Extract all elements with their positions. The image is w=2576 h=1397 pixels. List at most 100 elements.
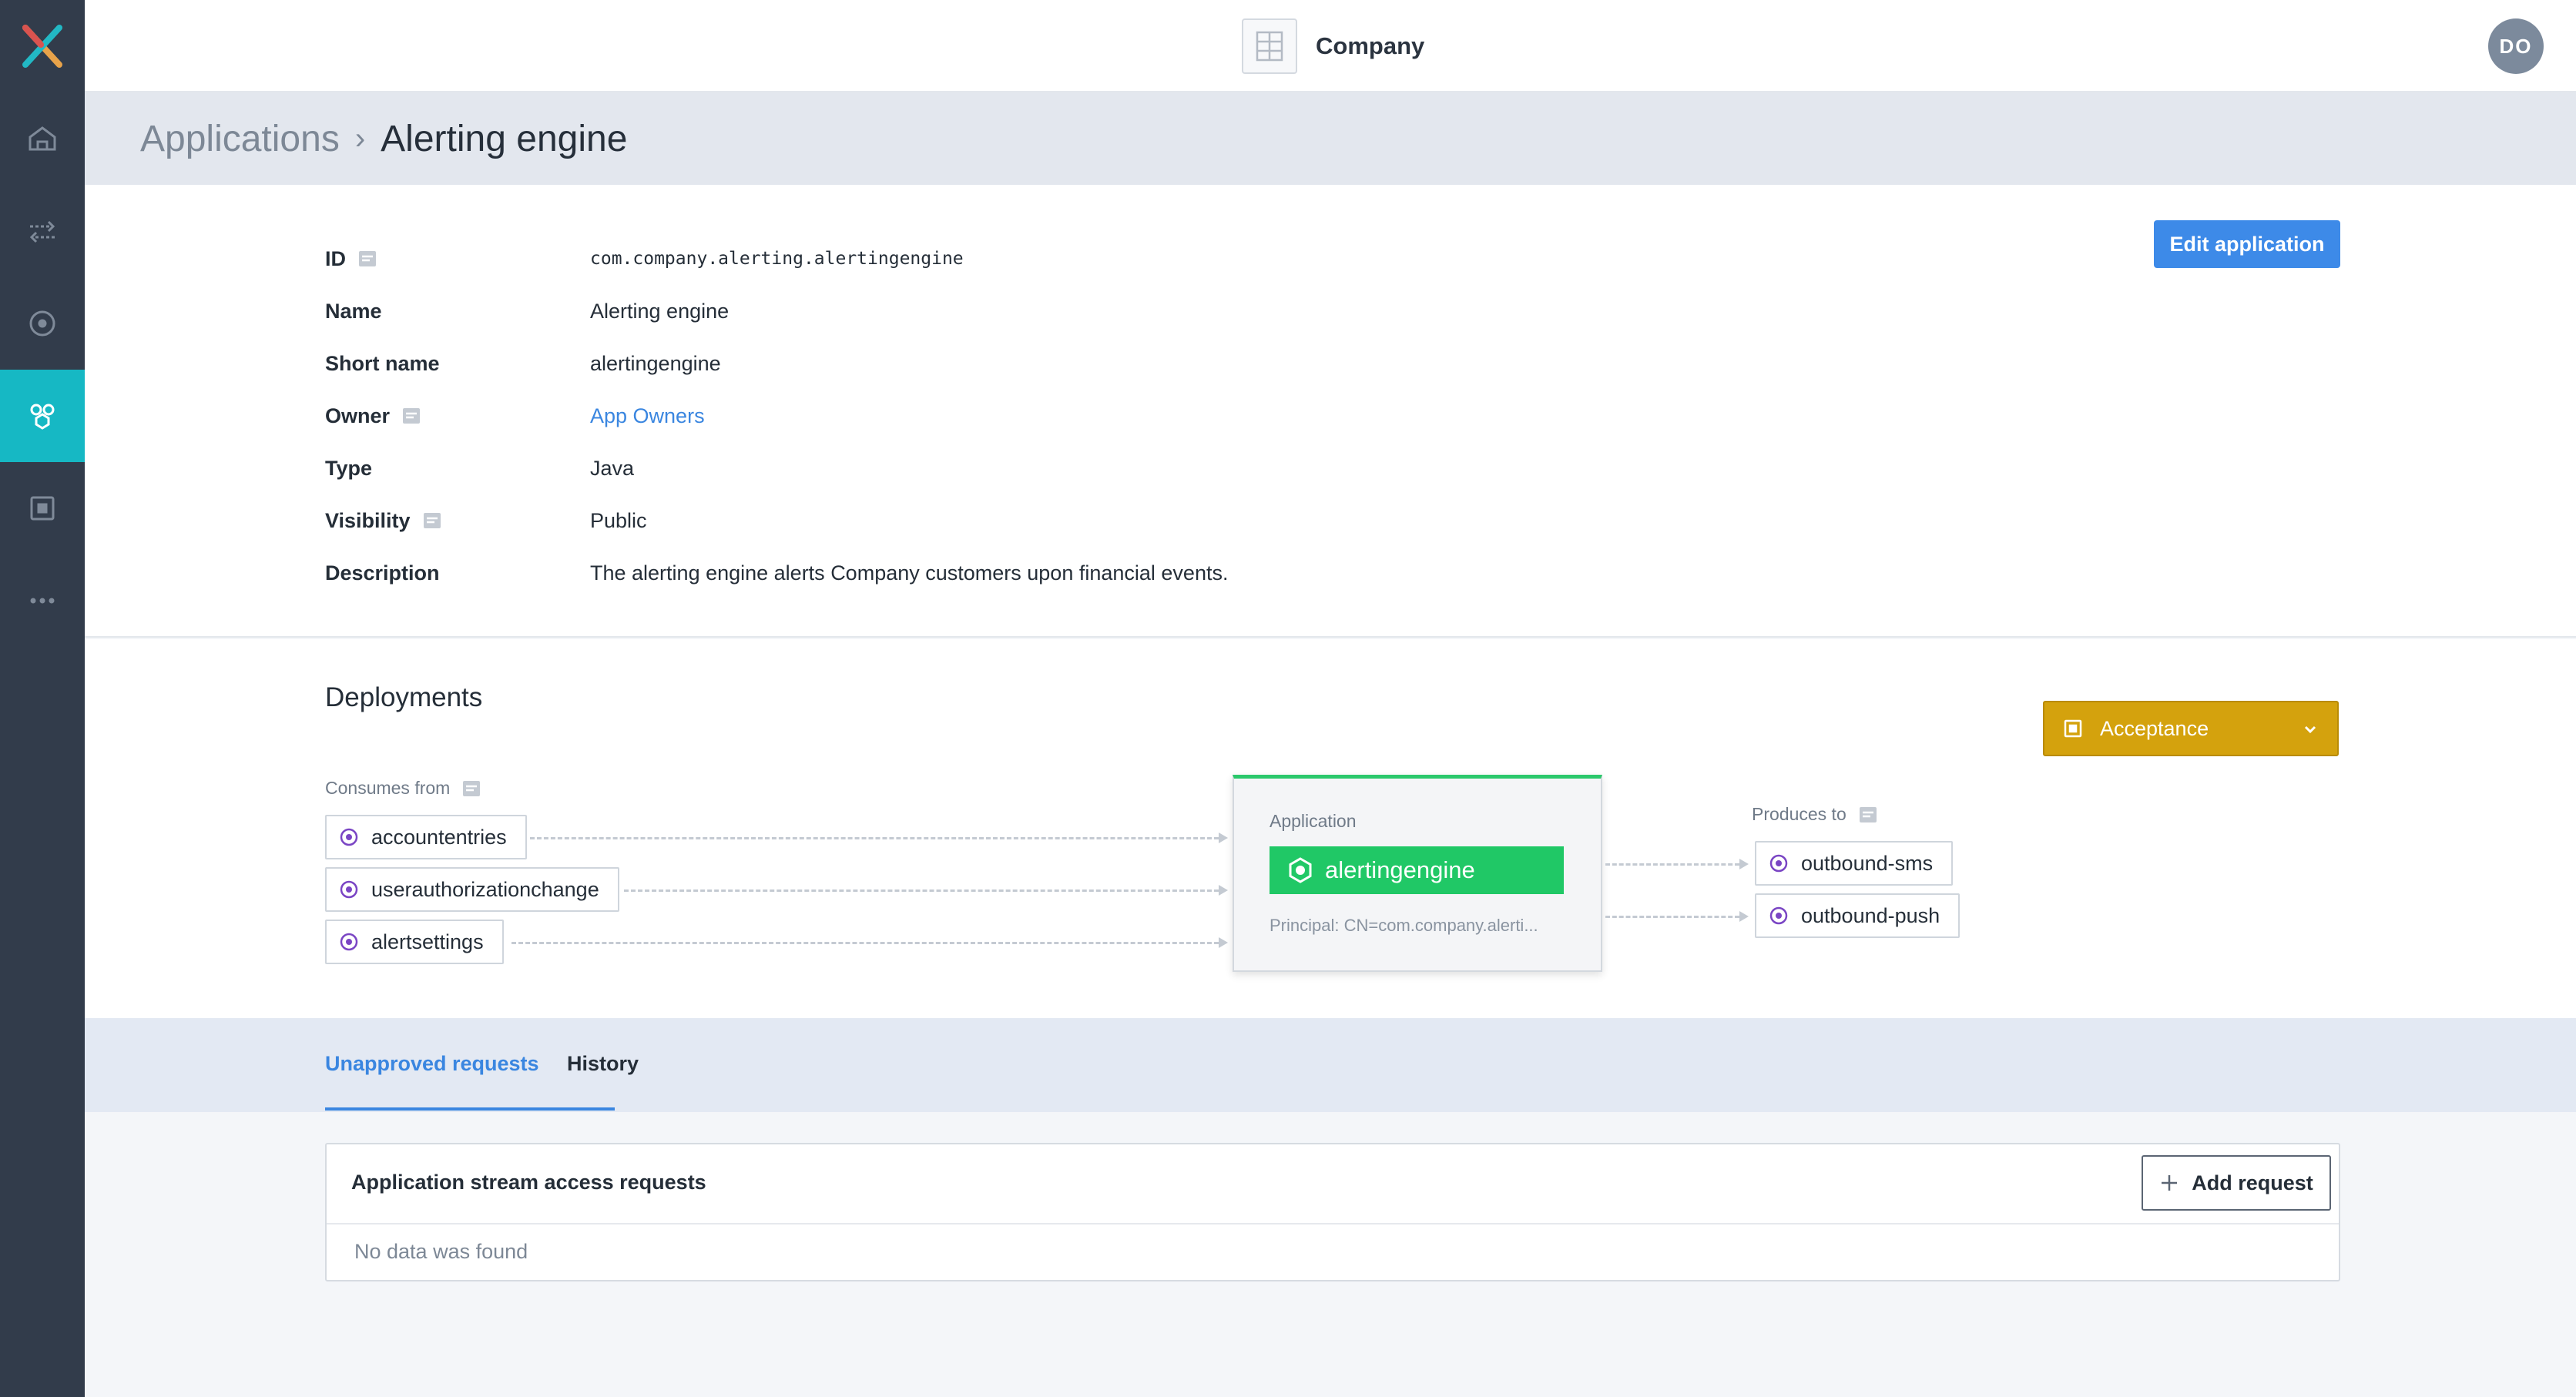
arrow-right-icon bbox=[1219, 937, 1228, 948]
environment-icon bbox=[2064, 719, 2082, 738]
produces-to-text: Produces to bbox=[1752, 804, 1846, 824]
info-icon[interactable] bbox=[402, 407, 421, 424]
chevron-down-icon bbox=[2304, 725, 2316, 734]
stream-outbound-push[interactable]: outbound-push bbox=[1755, 893, 1961, 938]
sidebar-item-applications[interactable] bbox=[0, 370, 85, 462]
info-icon[interactable] bbox=[462, 780, 481, 797]
connector-line bbox=[1605, 916, 1739, 918]
stream-name: userauthorizationchange bbox=[371, 877, 599, 901]
connector-line bbox=[512, 942, 1219, 944]
field-description-label: Description bbox=[325, 561, 440, 585]
add-request-button[interactable]: Add request bbox=[2142, 1155, 2331, 1211]
environment-label: Acceptance bbox=[2100, 716, 2209, 740]
deployments-title: Deployments bbox=[325, 682, 483, 712]
add-request-label: Add request bbox=[2192, 1171, 2313, 1194]
field-description-value: The alerting engine alerts Company custo… bbox=[590, 561, 1229, 585]
field-id-label: ID bbox=[325, 246, 346, 270]
sidebar bbox=[0, 0, 85, 1397]
field-type-label: Type bbox=[325, 456, 373, 480]
field-description: Description The alerting engine alerts C… bbox=[325, 558, 1228, 588]
consumes-from-text: Consumes from bbox=[325, 778, 451, 798]
field-type: Type Java bbox=[325, 453, 634, 484]
tab-history[interactable]: History bbox=[567, 1052, 639, 1076]
application-chip[interactable]: alertingengine bbox=[1270, 846, 1564, 894]
stream-icon bbox=[340, 933, 358, 951]
field-visibility-label: Visibility bbox=[325, 508, 411, 532]
sidebar-item-streams[interactable] bbox=[0, 277, 85, 370]
field-visibility-value: Public bbox=[590, 508, 647, 532]
page-title: Alerting engine bbox=[381, 118, 628, 159]
produces-to-label: Produces to bbox=[1752, 804, 1877, 825]
application-details: Edit application ID com.company.alerting… bbox=[85, 185, 2576, 638]
deployments-section: Deployments Acceptance Consumes from acc… bbox=[85, 639, 2576, 1018]
user-avatar[interactable]: DO bbox=[2488, 18, 2544, 74]
application-card[interactable]: Application alertingengine Principal: CN… bbox=[1233, 775, 1602, 972]
stream-alertsettings[interactable]: alertsettings bbox=[325, 920, 504, 964]
divider bbox=[327, 1223, 2339, 1224]
stream-accountentries[interactable]: accountentries bbox=[325, 815, 527, 859]
connector-line bbox=[1605, 863, 1739, 866]
stream-icon bbox=[1769, 906, 1788, 925]
stream-outbound-sms[interactable]: outbound-sms bbox=[1755, 841, 1954, 886]
logo[interactable] bbox=[0, 0, 85, 92]
stream-name: outbound-push bbox=[1801, 903, 1940, 927]
stream-name: outbound-sms bbox=[1801, 851, 1934, 875]
field-type-value: Java bbox=[590, 456, 635, 480]
stream-icon bbox=[340, 880, 358, 899]
arrow-right-icon bbox=[1739, 859, 1749, 869]
breadcrumb-applications-link[interactable]: Applications bbox=[140, 118, 340, 160]
field-id: ID com.company.alerting.alertingengine bbox=[325, 243, 964, 274]
plus-icon bbox=[2162, 1175, 2178, 1191]
field-short-name-value: alertingengine bbox=[590, 351, 721, 375]
stream-name: accountentries bbox=[371, 825, 507, 849]
environment-dropdown[interactable]: Acceptance bbox=[2043, 701, 2339, 756]
sidebar-item-more[interactable] bbox=[0, 554, 85, 647]
tabs-bar: Unapproved requests History bbox=[85, 1018, 2576, 1112]
requests-title: Application stream access requests bbox=[351, 1171, 706, 1194]
principal-text: Principal: CN=com.company.alerti... bbox=[1270, 916, 1538, 935]
application-hexagon-icon bbox=[1289, 857, 1312, 883]
connector-line bbox=[530, 837, 1219, 839]
connector-line bbox=[624, 889, 1219, 892]
sidebar-item-home[interactable] bbox=[0, 92, 85, 185]
building-icon bbox=[1242, 18, 1297, 74]
transfer-icon bbox=[29, 220, 55, 243]
logo-icon bbox=[22, 25, 62, 68]
field-id-value: com.company.alerting.alertingengine bbox=[590, 249, 964, 269]
application-caption: Application bbox=[1270, 811, 1357, 831]
application-chip-name: alertingengine bbox=[1325, 856, 1475, 883]
field-name-value: Alerting engine bbox=[590, 299, 730, 323]
stream-icon bbox=[29, 310, 55, 337]
edit-application-button[interactable]: Edit application bbox=[2154, 220, 2340, 268]
top-bar: Company DO bbox=[85, 0, 2576, 92]
field-short-name: Short name alertingengine bbox=[325, 348, 721, 379]
field-owner-label: Owner bbox=[325, 404, 391, 427]
breadcrumb: Applications › Alerting engine bbox=[85, 92, 2576, 185]
consumes-from-label: Consumes from bbox=[325, 778, 481, 799]
field-owner: Owner App Owners bbox=[325, 400, 705, 431]
info-icon[interactable] bbox=[358, 250, 377, 267]
stream-userauthorizationchange[interactable]: userauthorizationchange bbox=[325, 867, 619, 912]
arrow-right-icon bbox=[1219, 885, 1228, 896]
tab-unapproved-requests[interactable]: Unapproved requests bbox=[325, 1052, 539, 1076]
sidebar-item-environments[interactable] bbox=[0, 462, 85, 554]
more-icon bbox=[30, 598, 55, 604]
breadcrumb-separator: › bbox=[354, 121, 366, 156]
arrow-right-icon bbox=[1739, 911, 1749, 922]
stream-name: alertsettings bbox=[371, 930, 484, 953]
info-icon[interactable] bbox=[423, 512, 441, 529]
stream-access-requests-panel: Application stream access requests Add r… bbox=[325, 1143, 2340, 1281]
field-visibility: Visibility Public bbox=[325, 505, 647, 536]
info-icon[interactable] bbox=[1859, 806, 1877, 823]
stream-icon bbox=[340, 828, 358, 846]
field-name: Name Alerting engine bbox=[325, 296, 729, 327]
sidebar-item-transfers[interactable] bbox=[0, 185, 85, 277]
home-icon bbox=[29, 126, 56, 151]
field-short-name-label: Short name bbox=[325, 351, 440, 375]
active-tab-indicator bbox=[325, 1107, 615, 1111]
environment-icon bbox=[30, 496, 55, 521]
empty-state-text: No data was found bbox=[354, 1240, 528, 1263]
owner-link[interactable]: App Owners bbox=[590, 404, 705, 428]
arrow-right-icon bbox=[1219, 833, 1228, 843]
company-switcher[interactable]: Company bbox=[1242, 18, 1424, 74]
